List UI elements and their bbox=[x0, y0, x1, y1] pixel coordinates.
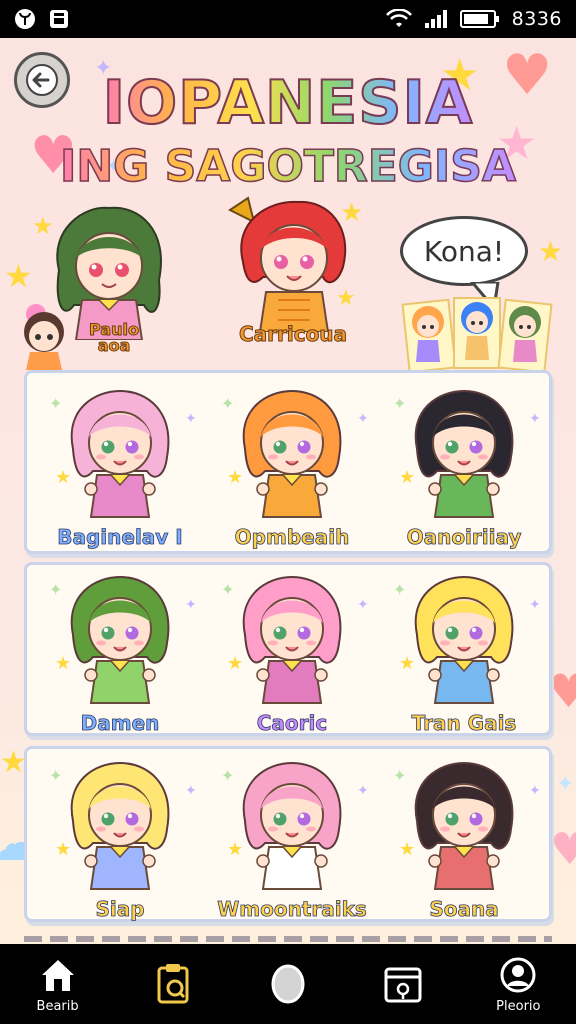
character-avatar: ✦ ✦ ★ bbox=[49, 575, 197, 704]
character-avatar bbox=[228, 196, 347, 333]
character-card[interactable]: ✦ ✦ ★ Wmoontraiks bbox=[207, 751, 377, 921]
nav-profile-label: Pleorio bbox=[496, 998, 541, 1014]
character-name: Tran Gais bbox=[411, 711, 517, 736]
character-avatar: ✦ ✦ ★ bbox=[393, 389, 541, 518]
featured-character-name: Paulo aoa bbox=[89, 320, 140, 355]
character-avatar: ✦ ✦ ★ bbox=[221, 575, 369, 704]
svg-text:★: ★ bbox=[55, 467, 71, 488]
page-subtitle-text: ING SAGOTREGISA bbox=[59, 140, 517, 193]
svg-text:✦: ✦ bbox=[221, 766, 234, 785]
signal-icon bbox=[424, 10, 447, 28]
svg-text:✦: ✦ bbox=[49, 766, 62, 785]
character-name: Soana bbox=[429, 897, 499, 922]
page-subtitle: ING SAGOTREGISA bbox=[0, 140, 576, 193]
character-avatar: ✦ ✦ ★ bbox=[221, 389, 369, 518]
character-card[interactable]: ✦ ✦ ★ Caoric bbox=[207, 565, 377, 735]
circle-button-icon bbox=[271, 964, 305, 1004]
featured-character-name: Carricoua bbox=[238, 322, 348, 347]
character-avatar: ✦ ✦ ★ bbox=[221, 761, 369, 890]
star-icon: ★ bbox=[0, 745, 27, 780]
mini-character-avatar bbox=[24, 304, 64, 370]
svg-text:✦: ✦ bbox=[49, 394, 62, 413]
character-avatar: ✦ ✦ ★ bbox=[49, 761, 197, 890]
battery-icon bbox=[459, 10, 499, 28]
mini-characters-group bbox=[401, 297, 553, 372]
svg-text:✦: ✦ bbox=[357, 411, 369, 427]
svg-text:★: ★ bbox=[227, 653, 243, 674]
character-name: Opmbeaih bbox=[234, 525, 350, 550]
heart-icon: ♥ bbox=[548, 664, 576, 718]
profile-icon bbox=[500, 957, 536, 992]
svg-text:★: ★ bbox=[227, 839, 243, 860]
character-panel-row-2: ✦ ✦ ★ Damen ✦ ✦ ★ Caoric ✦ ✦ ★ Tran Gais bbox=[24, 562, 552, 736]
bottom-navigation: Bearib Pleorio bbox=[0, 944, 576, 1024]
status-bar: 8336 bbox=[0, 0, 576, 38]
character-panel-row-3: ✦ ✦ ★ Siap ✦ ✦ ★ Wmoontraiks ✦ ✦ ★ Soana bbox=[24, 746, 552, 922]
character-panel-row-1: ✦ ✦ ★ Baginelav I ✦ ✦ ★ Opmbeaih ✦ ✦ ★ Oanoiri… bbox=[24, 370, 552, 554]
nav-profile[interactable]: Pleorio bbox=[468, 948, 568, 1020]
character-card[interactable]: ✦ ✦ ★ Baginelav I bbox=[35, 379, 205, 549]
svg-text:✦: ✦ bbox=[393, 766, 406, 785]
wifi-icon bbox=[385, 9, 412, 27]
character-card[interactable]: ✦ ✦ ★ Opmbeaih bbox=[207, 379, 377, 549]
status-time: 8336 bbox=[511, 8, 562, 30]
heart-icon: ♥ bbox=[550, 824, 576, 875]
speech-bubble: Kona! bbox=[400, 216, 528, 286]
image-notification-icon bbox=[50, 10, 68, 28]
character-name: Baginelav I bbox=[57, 525, 183, 550]
svg-text:✦: ✦ bbox=[49, 580, 62, 599]
nav-calendar[interactable] bbox=[353, 948, 453, 1020]
svg-text:★: ★ bbox=[399, 839, 415, 860]
character-card[interactable]: ✦ ✦ ★ Oanoiriiay bbox=[379, 379, 549, 549]
character-card[interactable]: ✦ ✦ ★ Damen bbox=[35, 565, 205, 735]
svg-text:★: ★ bbox=[227, 467, 243, 488]
character-name: Damen bbox=[80, 711, 160, 736]
svg-text:★: ★ bbox=[399, 467, 415, 488]
svg-text:✦: ✦ bbox=[357, 597, 369, 613]
page-title: IOPANESIA bbox=[0, 67, 576, 139]
svg-text:✦: ✦ bbox=[393, 580, 406, 599]
app-notification-icon bbox=[15, 9, 35, 29]
character-card[interactable]: ✦ ✦ ★ Soana bbox=[379, 751, 549, 921]
character-name: Caoric bbox=[256, 711, 328, 736]
svg-text:★: ★ bbox=[55, 653, 71, 674]
next-row-peek bbox=[24, 936, 552, 942]
featured-character-2[interactable]: Carricoua bbox=[218, 192, 368, 362]
character-card[interactable]: ✦ ✦ ★ Siap bbox=[35, 751, 205, 921]
character-card[interactable]: ✦ ✦ ★ Tran Gais bbox=[379, 565, 549, 735]
nav-home[interactable]: Bearib bbox=[8, 948, 108, 1020]
svg-text:★: ★ bbox=[55, 839, 71, 860]
character-avatar: ✦ ✦ ★ bbox=[49, 389, 197, 518]
character-name: Wmoontraiks bbox=[217, 897, 367, 922]
page-title-text: IOPANESIA bbox=[102, 67, 474, 139]
svg-text:✦: ✦ bbox=[529, 411, 541, 427]
svg-text:✦: ✦ bbox=[393, 394, 406, 413]
svg-text:✦: ✦ bbox=[357, 783, 369, 799]
character-avatar: ✦ ✦ ★ bbox=[393, 575, 541, 704]
svg-text:✦: ✦ bbox=[221, 394, 234, 413]
app-screen: ♥ ♥ ★ ★ ✦ ✦ ✦ ★ ★ ★ ★ ★ ★ ♥ ☁ ✦ ♥ IOPANE… bbox=[0, 38, 576, 944]
home-icon bbox=[41, 959, 74, 991]
character-name: Siap bbox=[95, 897, 145, 922]
clipboard-icon bbox=[157, 964, 189, 1004]
star-icon: ★ bbox=[4, 257, 33, 295]
svg-text:✦: ✦ bbox=[185, 783, 197, 799]
calendar-icon bbox=[384, 967, 422, 1003]
svg-text:✦: ✦ bbox=[529, 783, 541, 799]
svg-text:★: ★ bbox=[399, 653, 415, 674]
sparkle-icon: ✦ bbox=[556, 772, 575, 797]
character-avatar: ✦ ✦ ★ bbox=[393, 761, 541, 890]
nav-clipboard[interactable] bbox=[123, 948, 223, 1020]
svg-text:✦: ✦ bbox=[185, 597, 197, 613]
character-name: Oanoiriiay bbox=[406, 525, 522, 550]
speech-bubble-text: Kona! bbox=[423, 234, 505, 268]
svg-text:✦: ✦ bbox=[221, 580, 234, 599]
nav-center[interactable] bbox=[238, 948, 338, 1020]
svg-text:✦: ✦ bbox=[185, 411, 197, 427]
svg-text:✦: ✦ bbox=[529, 597, 541, 613]
star-icon: ★ bbox=[538, 235, 564, 268]
nav-home-label: Bearib bbox=[36, 998, 79, 1014]
